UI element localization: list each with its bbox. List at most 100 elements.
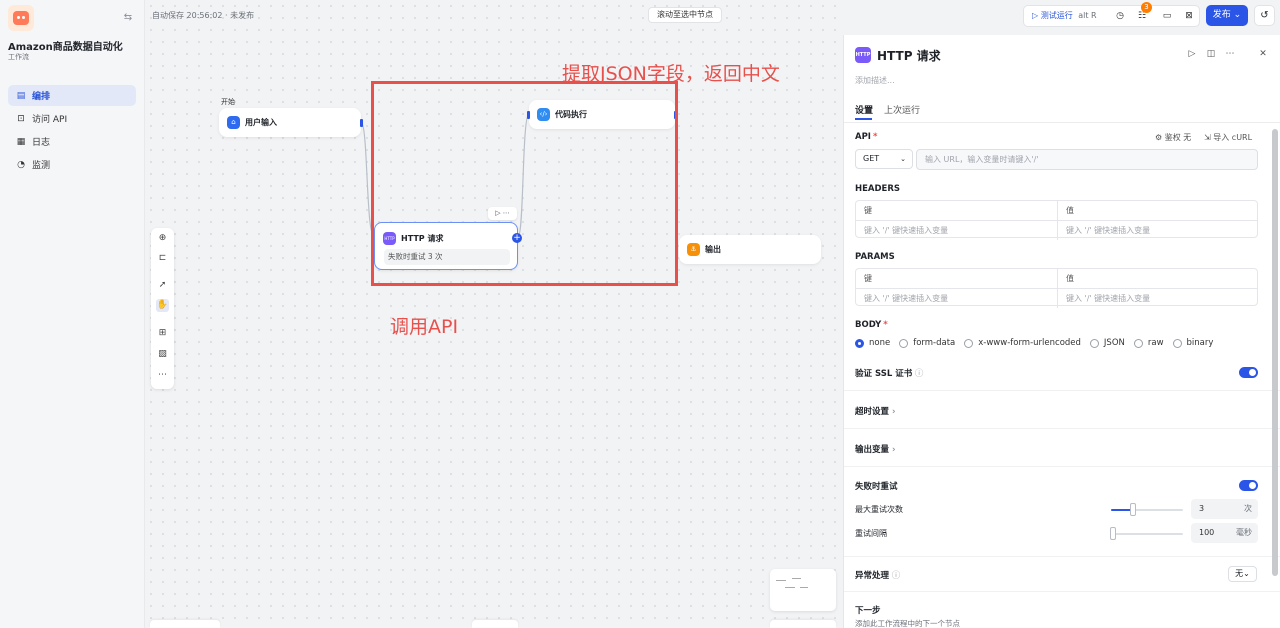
hand-icon[interactable]: ✋ [156, 299, 169, 312]
output-port[interactable] [360, 119, 363, 127]
retry-toggle[interactable] [1239, 480, 1258, 491]
radio-raw[interactable]: raw [1133, 338, 1164, 348]
run-toolbar: ▷ 测试运行 alt R ◷ ☷ ▭ ⊠ [1023, 5, 1200, 27]
add-node-icon[interactable]: ⊕ [156, 232, 169, 245]
image-export-icon[interactable]: ▨ [156, 348, 169, 361]
slider-thumb[interactable] [1129, 503, 1136, 516]
zoom-control[interactable] [770, 620, 836, 628]
panel-title: HTTP 请求 [877, 49, 941, 63]
more-icon[interactable]: ⋯ [156, 369, 169, 382]
output-vars[interactable]: 输出变量 › [855, 443, 895, 455]
retry-interval-slider[interactable] [1111, 533, 1183, 535]
retry-interval-label: 重试间隔 [855, 529, 887, 538]
radio-json[interactable]: JSON [1089, 338, 1125, 348]
scroll-to-node-button[interactable]: 滚动至选中节点 [648, 7, 722, 23]
body-label: BODY * [855, 320, 888, 330]
chevron-down-icon: ⌄ [900, 155, 906, 163]
shortcut-label: alt R [1078, 11, 1097, 20]
params-table: 键 值 键入 '/' 键快速插入变量 键入 '/' 键快速插入变量 [855, 268, 1258, 308]
node-output[interactable]: ⚓ 输出 [679, 235, 821, 264]
header-key-input[interactable]: 键入 '/' 键快速插入变量 [856, 221, 948, 240]
divider [844, 556, 1280, 557]
header-value-input[interactable]: 键入 '/' 键快速插入变量 [1057, 221, 1150, 240]
node-user-input[interactable]: ⌂ 用户输入 [219, 108, 363, 137]
node-title: 用户输入 [245, 118, 277, 127]
node-settings-panel: HTTP HTTP 请求 ▷ ◫ ⋯ ✕ 添加描述... 设置 上次运行 API… [843, 35, 1280, 628]
add-note-icon[interactable]: ⊏ [156, 252, 169, 265]
publish-button[interactable]: 发布 ⌄ [1206, 5, 1248, 26]
radio-urlencoded[interactable]: x-www-form-urlencoded [964, 338, 1081, 348]
more-icon[interactable]: ⋯ [1224, 48, 1236, 60]
start-label: 开始 [221, 98, 235, 106]
tab-last-run[interactable]: 上次运行 [884, 103, 920, 116]
max-retry-label: 最大重试次数 [855, 505, 903, 514]
param-value-input[interactable]: 键入 '/' 键快速插入变量 [1057, 289, 1150, 308]
chevron-right-icon: › [889, 445, 896, 455]
retry-interval-input[interactable]: 100 毫秒 [1191, 523, 1258, 543]
split-view-icon[interactable]: ◫ [1205, 48, 1217, 60]
home-icon: ⌂ [227, 116, 240, 129]
slider-thumb[interactable] [1110, 527, 1116, 540]
param-key-input[interactable]: 键入 '/' 键快速插入变量 [856, 289, 948, 308]
play-icon: ▷ [1032, 11, 1039, 20]
api-label: API * [855, 132, 878, 142]
timeout-settings[interactable]: 超时设置 › [855, 405, 895, 417]
headers-table: 键 值 键入 '/' 键快速插入变量 键入 '/' 键快速插入变量 [855, 200, 1258, 240]
chevron-down-icon: ⌄ [1243, 569, 1250, 578]
close-icon[interactable]: ✕ [1257, 48, 1269, 60]
exception-select[interactable]: 无⌄ [1228, 566, 1257, 582]
tab-indicator [855, 118, 872, 120]
run-node-icon[interactable]: ▷ [1186, 48, 1198, 60]
retry-label: 失败时重试 [855, 482, 898, 492]
panel-scrollbar[interactable] [1272, 129, 1278, 576]
autosave-status: 自动保存 20:56:02 · 未发布 [152, 11, 255, 20]
import-icon: ⇲ [1204, 133, 1214, 142]
bottom-status [472, 620, 518, 628]
version-history-icon[interactable]: ↺ [1254, 5, 1275, 26]
value-header: 值 [1057, 269, 1074, 288]
tab-settings[interactable]: 设置 [855, 103, 873, 116]
url-input[interactable]: 输入 URL，输入变量时请键入'/' [916, 149, 1258, 170]
checklist-badge: 3 [1141, 2, 1152, 13]
next-step-label: 下一步 [855, 606, 881, 616]
radio-none[interactable]: none [855, 338, 890, 348]
key-header: 键 [864, 206, 872, 215]
annotation-json: 提取JSON字段，返回中文 [562, 63, 780, 85]
env-icon[interactable]: ▭ [1161, 10, 1173, 22]
value-header: 值 [1057, 201, 1074, 220]
radio-binary[interactable]: binary [1172, 338, 1213, 348]
test-run-button[interactable]: ▷ 测试运行 alt R [1032, 10, 1097, 21]
body-type-radios: none form-data x-www-form-urlencoded JSO… [855, 338, 1222, 348]
radio-form-data[interactable]: form-data [899, 338, 955, 348]
key-header: 键 [864, 274, 872, 283]
close-box-icon[interactable]: ⊠ [1183, 10, 1195, 22]
next-step-desc: 添加此工作流程中的下一个节点 [855, 619, 960, 628]
info-icon: ⓘ [912, 369, 924, 379]
test-run-label: 测试运行 [1040, 11, 1073, 20]
annotation-api: 调用API [390, 316, 459, 338]
node-title: 输出 [705, 245, 721, 254]
import-curl-button[interactable]: ⇲ 导入 cURL [1204, 132, 1252, 143]
minimap[interactable] [770, 569, 836, 611]
description-input[interactable]: 添加描述... [855, 75, 895, 86]
ssl-toggle[interactable] [1239, 367, 1258, 378]
auth-button[interactable]: ⚙ 鉴权 无 [1155, 132, 1191, 143]
annotation-box [371, 81, 678, 286]
chevron-right-icon: › [889, 407, 896, 417]
method-select[interactable]: GET ⌄ [855, 149, 913, 169]
output-icon: ⚓ [687, 243, 700, 256]
divider [844, 591, 1280, 592]
headers-label: HEADERS [855, 184, 901, 194]
history-run-icon[interactable]: ◷ [1114, 10, 1126, 22]
publish-label: 发布 [1212, 10, 1231, 20]
info-icon: ⓘ [889, 571, 901, 581]
bottom-undo-toolbar[interactable] [150, 620, 220, 628]
canvas-toolbar: ⊕ ⊏ ➚ ✋ ⊞ ▨ ⋯ [151, 228, 174, 389]
params-label: PARAMS [855, 252, 895, 262]
exception-label: 异常处理 ⓘ [855, 571, 901, 581]
pointer-icon[interactable]: ➚ [156, 279, 169, 292]
max-retry-input[interactable]: 3次 [1191, 499, 1258, 519]
organize-icon[interactable]: ⊞ [156, 327, 169, 340]
divider [844, 428, 1280, 429]
http-icon: HTTP [855, 47, 871, 63]
